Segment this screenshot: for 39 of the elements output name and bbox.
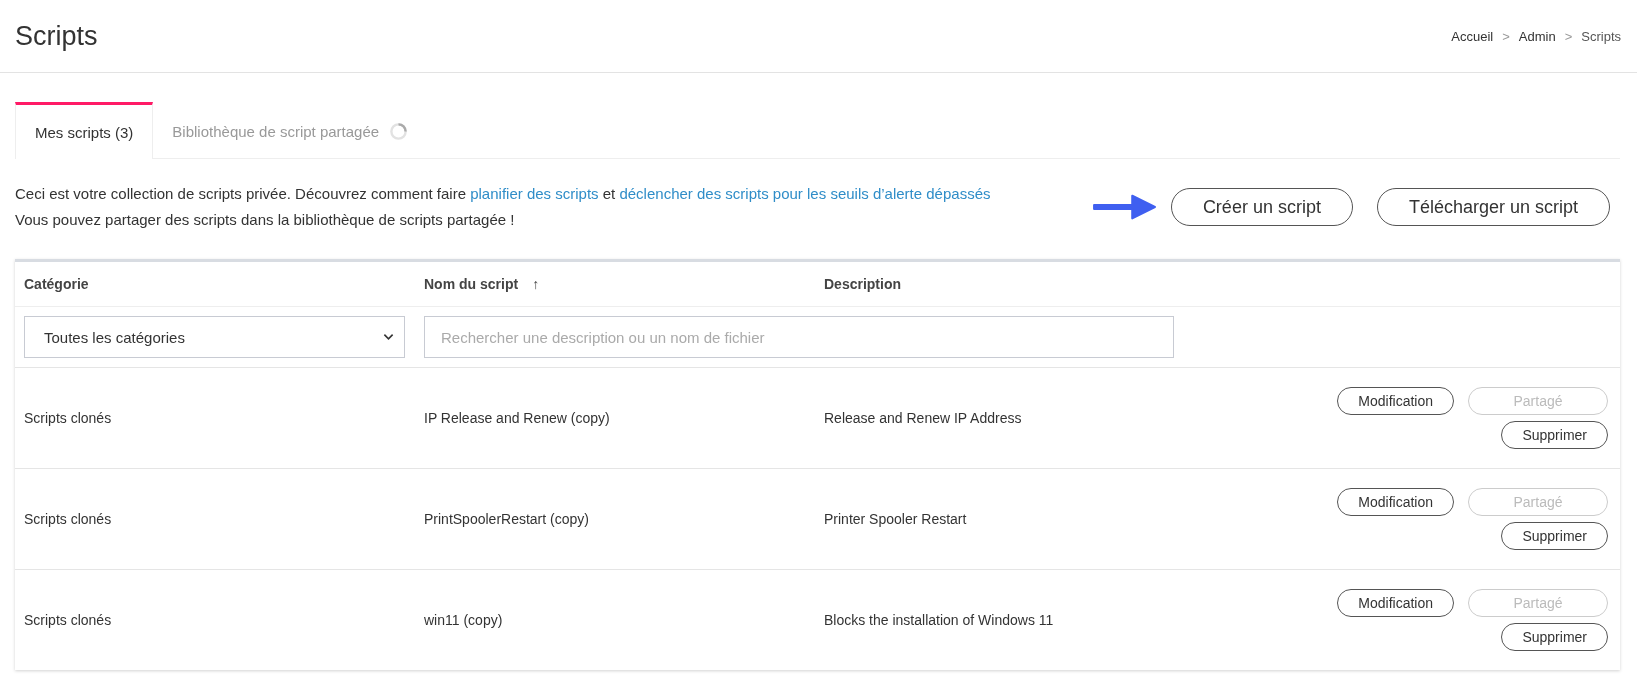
intro-text: Vous pouvez partager des scripts dans la bibliothèque de scripts partagée !: [15, 210, 516, 230]
breadcrumb-separator: >: [1502, 28, 1510, 44]
category-dropdown[interactable]: Toutes les catégories: [24, 316, 405, 358]
table-cell: Scripts clonés: [24, 511, 112, 527]
table-cell: IP Release and Renew (copy): [424, 410, 610, 426]
intro-text: Ceci est votre collection de scripts privée. Découvrez comment faire planifier des scripts et déclencher des scripts pour les seuils d’alerte dépassés: [15, 184, 991, 204]
page-title: Scripts: [15, 20, 98, 52]
breadcrumb-separator: >: [1564, 28, 1573, 44]
table-cell: Blocks the installation of Windows 11: [824, 612, 1054, 628]
row-button: Partagé: [1468, 387, 1608, 415]
breadcrumb-link[interactable]: Accueil: [1451, 28, 1494, 44]
search-field[interactable]: Rechercher une description ou un nom de fichier: [424, 316, 1174, 358]
action-button[interactable]: Télécharger un script: [1376, 188, 1610, 226]
breadcrumb-current: Scripts: [1581, 28, 1621, 44]
row-button[interactable]: Modification: [1337, 488, 1454, 516]
row-button[interactable]: Supprimer: [1501, 421, 1608, 449]
table-cell: Scripts clonés: [24, 612, 112, 628]
chevron-down-icon: [383, 333, 394, 341]
row-button[interactable]: Modification: [1337, 387, 1454, 415]
row-button: Partagé: [1468, 589, 1608, 617]
row-button: Partagé: [1468, 488, 1608, 516]
loading-spinner-icon: [389, 122, 409, 141]
help-link[interactable]: déclencher des scripts pour les seuils d’alerte dépassés: [619, 185, 991, 202]
tab[interactable]: Mes scripts (3): [15, 102, 154, 159]
table-cell: win11 (copy): [424, 612, 503, 628]
table-cell: Printer Spooler Restart: [824, 511, 967, 527]
column-header[interactable]: Catégorie: [24, 276, 89, 292]
table-cell: Release and Renew IP Address: [824, 410, 1022, 426]
sort-indicator[interactable]: ↑: [532, 276, 540, 292]
help-link[interactable]: planifier des scripts: [470, 185, 599, 202]
column-header[interactable]: Nom du script: [424, 276, 519, 292]
table-cell: PrintSpoolerRestart (copy): [424, 511, 589, 527]
row-button[interactable]: Supprimer: [1501, 522, 1608, 550]
table-cell: Scripts clonés: [24, 410, 112, 426]
breadcrumb-link[interactable]: Admin: [1518, 28, 1556, 44]
action-button[interactable]: Créer un script: [1170, 188, 1353, 226]
row-button[interactable]: Modification: [1337, 589, 1454, 617]
row-button[interactable]: Supprimer: [1501, 623, 1608, 651]
column-header[interactable]: Description: [824, 276, 901, 292]
